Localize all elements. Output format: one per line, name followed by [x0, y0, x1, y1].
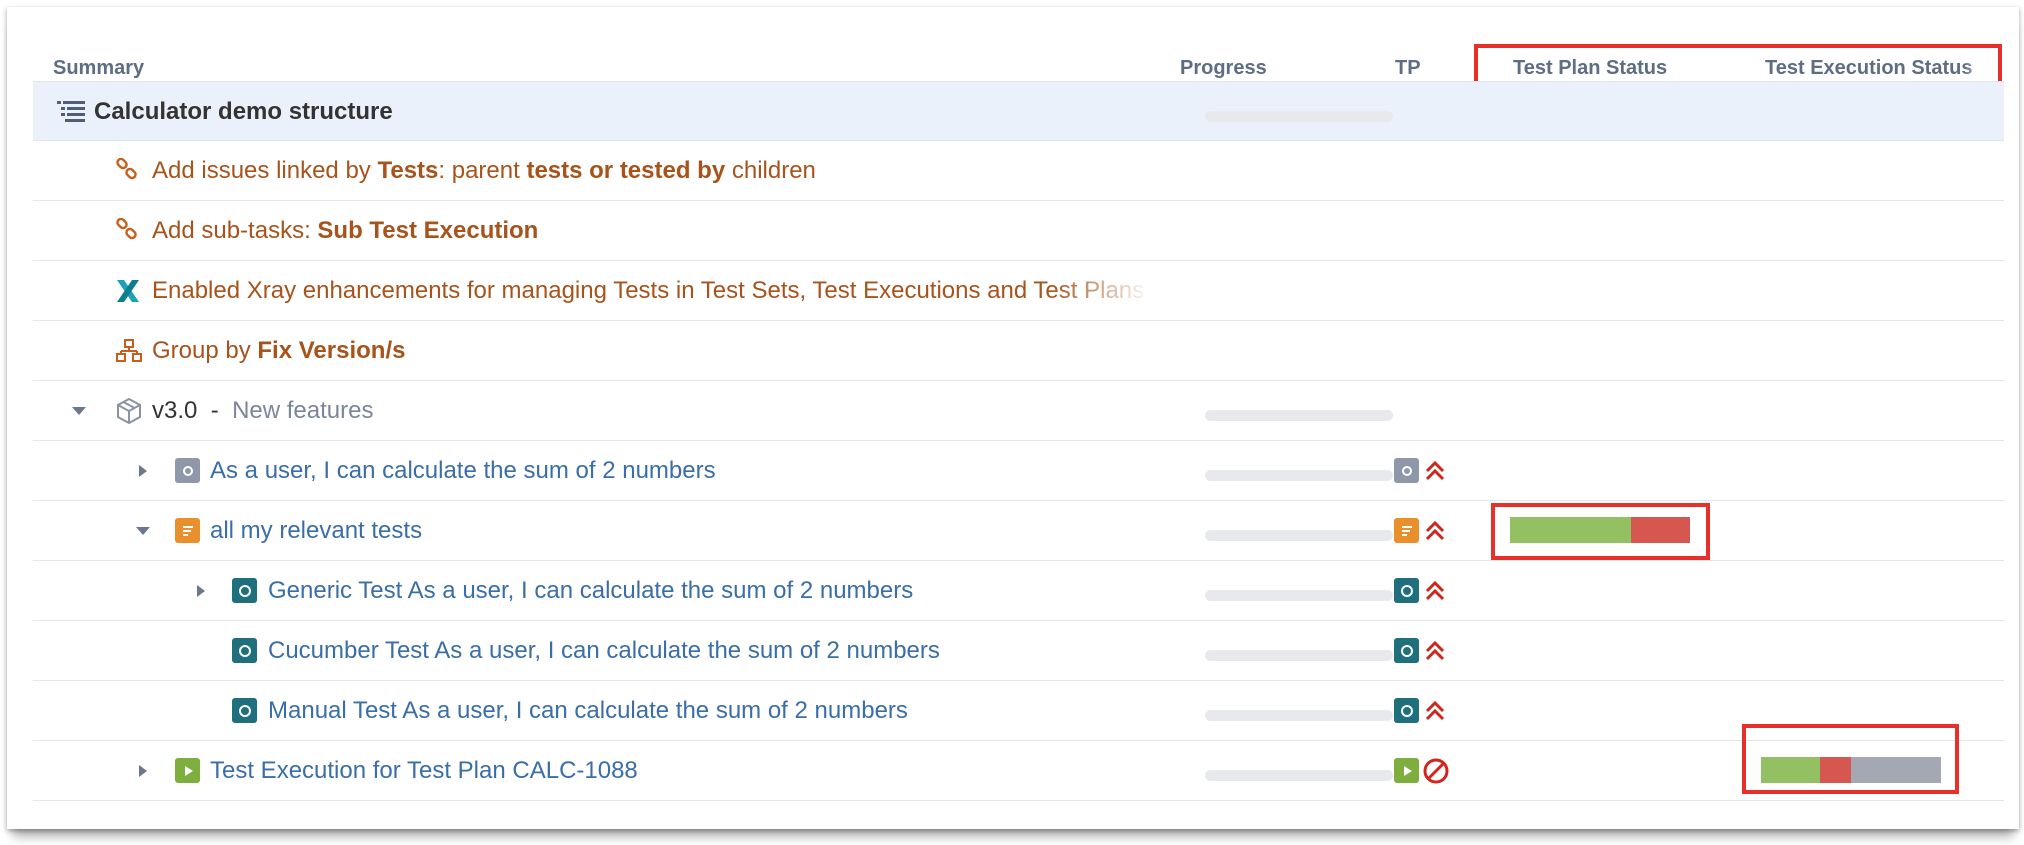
test-icon	[232, 638, 257, 663]
test-icon	[1394, 698, 1419, 723]
row-title[interactable]: all my relevant tests	[210, 501, 422, 560]
row-title[interactable]: v3.0 - New features	[152, 381, 373, 440]
table-row[interactable]: Add issues linked by Tests: parent tests…	[33, 141, 2004, 201]
progress-bar	[1205, 590, 1393, 601]
highest-priority-icon	[1425, 460, 1445, 481]
test-icon	[232, 578, 257, 603]
progress-bar	[1205, 650, 1393, 661]
row-title[interactable]: Add sub-tasks: Sub Test Execution	[152, 201, 538, 260]
table-row[interactable]: Manual Test As a user, I can calculate t…	[33, 681, 2004, 741]
structure-icon	[57, 101, 85, 122]
column-header-summary[interactable]: Summary	[53, 57, 144, 80]
table-row[interactable]: Test Execution for Test Plan CALC-1088	[33, 741, 2004, 801]
progress-bar	[1205, 770, 1393, 781]
progress-bar	[1205, 410, 1393, 421]
column-header-tp[interactable]: TP	[1395, 57, 1421, 80]
collapse-toggle-icon[interactable]	[136, 527, 150, 535]
column-header-progress[interactable]: Progress	[1180, 57, 1267, 80]
highest-priority-icon	[1425, 700, 1445, 721]
story-icon	[1394, 458, 1419, 483]
progress-bar	[1205, 710, 1393, 721]
test-icon	[1394, 578, 1419, 603]
version-package-icon	[117, 397, 141, 425]
test-icon	[232, 698, 257, 723]
highest-priority-icon	[1425, 520, 1445, 541]
table-row[interactable]: As a user, I can calculate the sum of 2 …	[33, 441, 2004, 501]
highest-priority-icon	[1425, 640, 1445, 661]
highest-priority-icon	[1425, 580, 1445, 601]
test-icon	[1394, 638, 1419, 663]
table-row[interactable]: Cucumber Test As a user, I can calculate…	[33, 621, 2004, 681]
row-title[interactable]: Calculator demo structure	[94, 82, 393, 141]
structure-board: Summary Progress TP Test Plan Status Tes…	[7, 7, 2019, 829]
row-title[interactable]: Add issues linked by Tests: parent tests…	[152, 141, 816, 200]
progress-bar	[1205, 530, 1393, 541]
collapse-toggle-icon[interactable]	[72, 407, 86, 415]
highlight-box-test-plan-status	[1491, 503, 1710, 560]
table-row[interactable]: v3.0 - New features	[33, 381, 2004, 441]
xray-icon	[117, 280, 139, 302]
progress-bar	[1205, 111, 1393, 122]
link-icon	[116, 218, 137, 240]
table-row[interactable]: Calculator demo structure	[33, 81, 2004, 141]
row-title[interactable]: Enabled Xray enhancements for managing T…	[152, 261, 1152, 320]
expand-toggle-icon[interactable]	[139, 465, 147, 477]
row-title[interactable]: Test Execution for Test Plan CALC-1088	[210, 741, 638, 800]
test-plan-icon	[175, 518, 200, 543]
blocker-icon	[1423, 758, 1449, 784]
table-row[interactable]: Enabled Xray enhancements for managing T…	[33, 261, 2004, 321]
story-icon	[175, 458, 200, 483]
test-plan-icon	[1394, 518, 1419, 543]
highlight-box-test-execution-status	[1742, 724, 1959, 794]
row-title[interactable]: Manual Test As a user, I can calculate t…	[268, 681, 908, 740]
test-execution-icon	[1394, 758, 1419, 783]
row-title[interactable]: As a user, I can calculate the sum of 2 …	[210, 441, 716, 500]
link-icon	[116, 158, 137, 180]
expand-toggle-icon[interactable]	[197, 585, 205, 597]
hierarchy-icon	[116, 339, 142, 362]
row-title[interactable]: Cucumber Test As a user, I can calculate…	[268, 621, 940, 680]
expand-toggle-icon[interactable]	[139, 765, 147, 777]
row-title[interactable]: Group by Fix Version/s	[152, 321, 405, 380]
table-row[interactable]: Add sub-tasks: Sub Test Execution	[33, 201, 2004, 261]
test-execution-icon	[175, 758, 200, 783]
table-row[interactable]: Generic Test As a user, I can calculate …	[33, 561, 2004, 621]
progress-bar	[1205, 470, 1393, 481]
table-row[interactable]: Group by Fix Version/s	[33, 321, 2004, 381]
row-title[interactable]: Generic Test As a user, I can calculate …	[268, 561, 913, 620]
